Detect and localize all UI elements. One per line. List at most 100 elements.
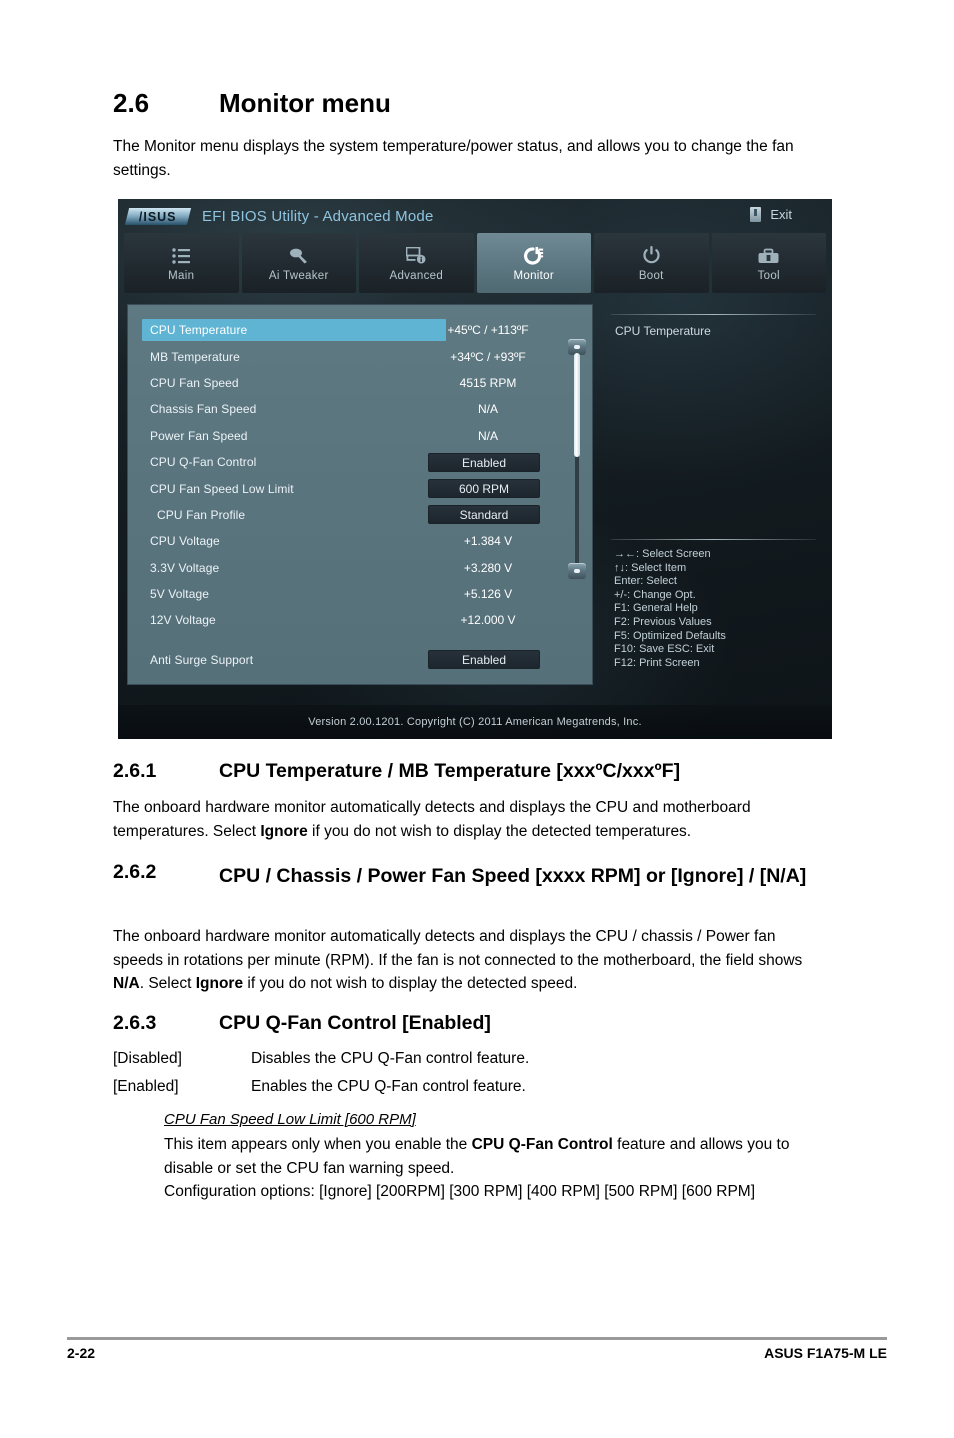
footer-page-number: 2-22 <box>67 1345 96 1361</box>
option-desc-enabled: Enables the CPU Q-Fan control feature. <box>251 1078 526 1095</box>
subsection-title: CPU Temperature / MB Temperature [xxxºC/… <box>219 760 681 782</box>
row-cpu-q-fan-control[interactable]: CPU Q-Fan Control Enabled <box>128 449 592 475</box>
help-divider-bottom <box>611 539 816 540</box>
row-option-value[interactable]: Enabled <box>428 650 540 670</box>
row-value: +3.280 V <box>463 560 513 575</box>
help-key-f12-print-screen: F12: Print Screen <box>614 656 700 669</box>
tab-label: Boot <box>638 269 664 282</box>
bios-version-bar: Version 2.00.1201. Copyright (C) 2011 Am… <box>118 705 832 739</box>
subsection-number: 2.6.3 <box>113 1012 157 1034</box>
option-desc-disabled: Disables the CPU Q-Fan control feature. <box>251 1050 530 1067</box>
subsection-number: 2.6.2 <box>113 861 157 883</box>
settings-scrollbar[interactable] <box>568 339 586 579</box>
body-text-bold: CPU Q-Fan Control <box>471 1136 613 1153</box>
row-cpu-temperature[interactable]: CPU Temperature +45ºC / +113ºF <box>128 317 592 343</box>
help-keys-list: →←: Select Screen ↑↓: Select Item Enter:… <box>614 548 819 670</box>
asus-logo-icon: /ISUS <box>124 207 192 225</box>
bios-title-text: EFI BIOS Utility - Advanced Mode <box>202 207 434 225</box>
row-value: +5.126 V <box>463 587 513 602</box>
row-cpu-voltage[interactable]: CPU Voltage +1.384 V <box>128 528 592 554</box>
row-value: +1.384 V <box>463 534 513 549</box>
tab-ai-tweaker[interactable]: Ai Tweaker <box>241 233 356 293</box>
bios-body: CPU Temperature +45ºC / +113ºF MB Temper… <box>118 295 832 705</box>
row-spacer <box>128 634 592 647</box>
row-label: MB Temperature <box>150 349 240 364</box>
row-label: Power Fan Speed <box>150 428 248 443</box>
section-number: 2.6 <box>113 88 150 118</box>
row-5v-voltage[interactable]: 5V Voltage +5.126 V <box>128 581 592 607</box>
row-option-value[interactable]: Enabled <box>428 452 540 472</box>
row-label: CPU Q-Fan Control <box>150 455 257 470</box>
body-text-part-1: This item appears only when you enable t… <box>164 1136 472 1153</box>
help-divider-top <box>611 314 816 315</box>
row-label: CPU Voltage <box>150 534 220 549</box>
row-label: CPU Fan Profile <box>157 507 246 522</box>
exit-icon <box>750 207 762 222</box>
row-label: 3.3V Voltage <box>150 560 220 575</box>
asus-logo-text: /ISUS <box>139 209 177 223</box>
bios-screenshot: /ISUS EFI BIOS Utility - Advanced Mode E… <box>118 199 832 739</box>
subsection-title: CPU Q-Fan Control [Enabled] <box>219 1012 491 1034</box>
subsection-2-6-1-body: The onboard hardware monitor automatical… <box>113 796 829 843</box>
body-text-part-2: if you do not wish to display the detect… <box>307 822 692 840</box>
tab-label: Advanced <box>389 269 444 282</box>
row-power-fan-speed[interactable]: Power Fan Speed N/A <box>128 423 592 449</box>
subsection-title: CPU / Chassis / Power Fan Speed [xxxx RP… <box>219 865 807 887</box>
body-text-bold-1: N/A <box>113 975 140 992</box>
body-text-part-2: . Select <box>139 975 196 992</box>
help-key-select-screen: →←: Select Screen <box>614 548 711 560</box>
tab-monitor[interactable]: Monitor <box>476 233 591 293</box>
monitor-icon <box>523 245 544 267</box>
body-text-bold: Ignore <box>260 822 308 840</box>
section-intro-paragraph: The Monitor menu displays the system tem… <box>113 138 794 179</box>
advanced-icon <box>406 245 426 267</box>
help-key-f10-save-esc-exit: F10: Save ESC: Exit <box>614 643 715 656</box>
row-cpu-fan-profile[interactable]: CPU Fan Profile Standard <box>128 502 592 528</box>
help-key-select-item: ↑↓: Select Item <box>614 561 687 574</box>
list-icon <box>172 245 191 267</box>
row-cpu-fan-speed-low-limit[interactable]: CPU Fan Speed Low Limit 600 RPM <box>128 475 592 501</box>
bios-version-text: Version 2.00.1201. Copyright (C) 2011 Am… <box>308 716 642 728</box>
exit-button[interactable]: Exit <box>750 207 792 222</box>
scrollbar-thumb[interactable] <box>574 353 580 457</box>
row-anti-surge-support[interactable]: Anti Surge Support Enabled <box>128 647 592 673</box>
help-key-f1-general-help: F1: General Help <box>614 602 698 615</box>
row-cpu-fan-speed[interactable]: CPU Fan Speed 4515 RPM <box>128 370 592 396</box>
row-value: +45ºC / +113ºF <box>447 323 529 338</box>
bios-titlebar: /ISUS EFI BIOS Utility - Advanced Mode E… <box>118 199 832 233</box>
option-term-enabled: [Enabled] <box>113 1078 179 1095</box>
row-label: CPU Temperature <box>150 323 248 338</box>
row-3-3v-voltage[interactable]: 3.3V Voltage +3.280 V <box>128 555 592 581</box>
row-12v-voltage[interactable]: 12V Voltage +12.000 V <box>128 607 592 633</box>
help-key-change-opt: +/-: Change Opt. <box>614 588 696 601</box>
tab-tool[interactable]: Tool <box>711 233 826 293</box>
row-label: CPU Fan Speed <box>150 375 239 390</box>
scroll-down-button[interactable] <box>568 563 586 579</box>
tab-label: Monitor <box>513 269 554 282</box>
row-option-value[interactable]: Standard <box>428 505 540 525</box>
subsection-number: 2.6.1 <box>113 760 157 782</box>
help-key-f5-optimized: F5: Optimized Defaults <box>614 629 726 642</box>
row-option-value[interactable]: 600 RPM <box>428 479 540 499</box>
row-label: CPU Fan Speed Low Limit <box>150 481 294 496</box>
tab-label: Ai Tweaker <box>268 269 329 282</box>
row-label: 12V Voltage <box>150 613 216 628</box>
help-key-f2-previous-values: F2: Previous Values <box>614 615 712 628</box>
tab-advanced[interactable]: Advanced <box>359 233 474 293</box>
exit-label: Exit <box>770 207 792 222</box>
row-chassis-fan-speed[interactable]: Chassis Fan Speed N/A <box>128 396 592 422</box>
section-heading-2-6-3: 2.6.3 CPU Q-Fan Control [Enabled] <box>113 1012 491 1035</box>
row-label: 5V Voltage <box>150 587 210 602</box>
tool-icon <box>758 245 779 267</box>
tab-main[interactable]: Main <box>124 233 239 293</box>
row-value: N/A <box>477 428 498 443</box>
section-title: Monitor menu <box>219 88 391 118</box>
section-heading-2-6-1: 2.6.1 CPU Temperature / MB Temperature [… <box>113 760 680 783</box>
sub-item-title: CPU Fan Speed Low Limit [600 RPM] <box>164 1111 416 1128</box>
row-value: +34ºC / +93ºF <box>450 349 526 364</box>
configuration-options-line: Configuration options: [Ignore] [200RPM]… <box>164 1183 756 1200</box>
tab-boot[interactable]: Boot <box>594 233 709 293</box>
row-mb-temperature[interactable]: MB Temperature +34ºC / +93ºF <box>128 343 592 369</box>
settings-rows: CPU Temperature +45ºC / +113ºF MB Temper… <box>128 317 592 673</box>
row-value: 4515 RPM <box>459 375 517 390</box>
